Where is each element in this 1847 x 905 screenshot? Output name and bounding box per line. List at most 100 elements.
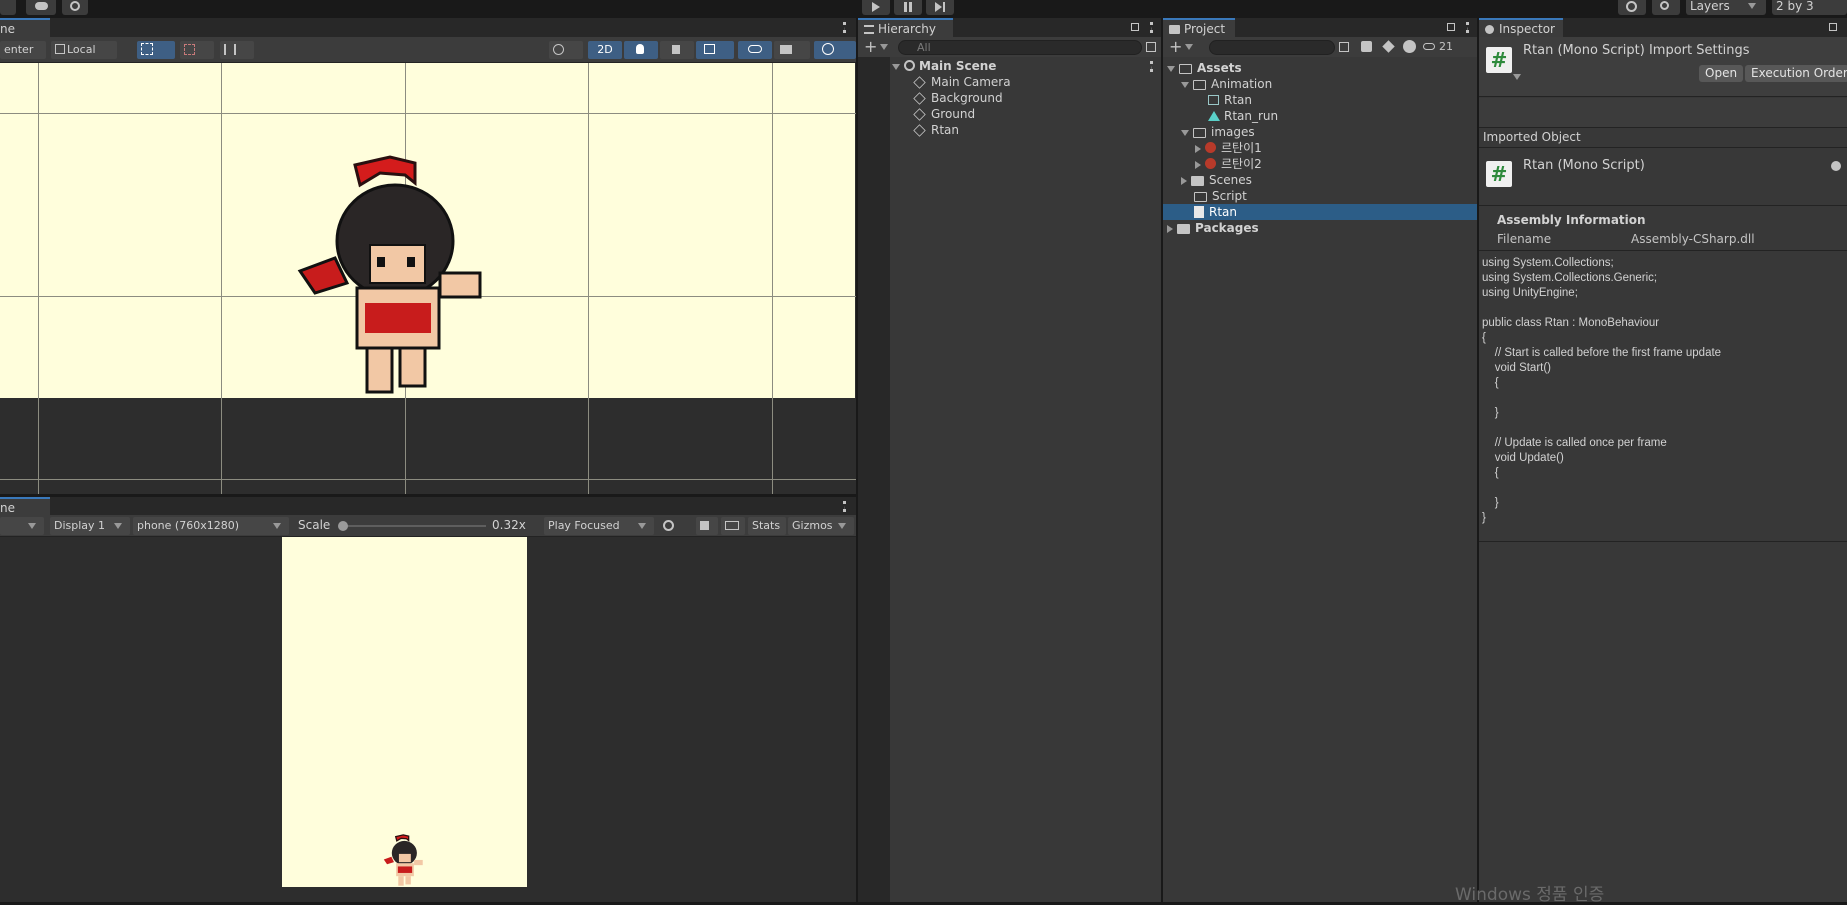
effects-dropdown[interactable]	[696, 41, 734, 59]
add-icon[interactable]: +	[1169, 39, 1182, 55]
cloud-button[interactable]	[26, 0, 56, 15]
play-mode-dropdown[interactable]: Play Focused	[544, 517, 654, 535]
info-icon[interactable]	[1403, 40, 1416, 53]
draw-mode-dropdown[interactable]	[549, 41, 583, 59]
game-view-dropdown[interactable]	[0, 517, 44, 535]
tab-game[interactable]: ne	[0, 497, 50, 516]
search-button[interactable]	[1652, 0, 1680, 15]
tab-inspector[interactable]: Inspector	[1479, 18, 1563, 37]
more-menu-icon[interactable]	[1150, 61, 1153, 72]
grid-snap-toggle[interactable]	[137, 41, 175, 59]
project-item[interactable]: 르탄이1	[1195, 140, 1262, 156]
hierarchy-item[interactable]: Background	[913, 90, 1003, 106]
increment-snap-dropdown[interactable]	[180, 41, 214, 59]
account-dropdown[interactable]	[0, 0, 16, 15]
rtan-sprite[interactable]	[295, 153, 501, 398]
stats-toggle[interactable]: Stats	[748, 517, 786, 535]
game-viewport[interactable]	[0, 537, 856, 902]
chevron-right-icon[interactable]	[1195, 144, 1201, 153]
layout-label: 2 by 3	[1776, 0, 1814, 13]
chevron-down-icon[interactable]	[1185, 44, 1193, 50]
open-button[interactable]: Open	[1699, 65, 1744, 82]
chevron-down-icon[interactable]	[1513, 74, 1521, 80]
grid-visibility-dropdown[interactable]	[220, 41, 254, 59]
bug-icon[interactable]	[663, 520, 674, 531]
more-menu-icon[interactable]	[1150, 22, 1153, 33]
tab-project[interactable]: Project	[1163, 18, 1235, 37]
open-label: Open	[1705, 66, 1738, 80]
mode-2d-toggle[interactable]: 2D	[588, 41, 622, 59]
hierarchy-tree: Main Scene Main Camera Background Ground…	[890, 57, 1161, 902]
execution-order-button[interactable]: Execution Order...	[1745, 65, 1847, 82]
space-label: Local	[67, 43, 96, 56]
filter-type-icon[interactable]	[1361, 41, 1372, 52]
project-search-input[interactable]	[1209, 40, 1335, 55]
script-folder-row[interactable]: Script	[1194, 188, 1247, 204]
chevron-right-icon[interactable]	[1195, 160, 1201, 169]
label-icon[interactable]	[1382, 40, 1395, 53]
lighting-toggle[interactable]	[624, 41, 658, 59]
search-by-type-icon[interactable]	[1339, 42, 1349, 52]
undo-history-button[interactable]	[1618, 0, 1646, 15]
step-button[interactable]	[926, 0, 954, 15]
audio-toggle[interactable]	[660, 41, 694, 59]
scene-root-row[interactable]: Main Scene	[890, 58, 1161, 74]
scale-slider-handle[interactable]	[338, 521, 348, 531]
more-menu-icon[interactable]	[843, 22, 846, 33]
gizmos-dropdown-game[interactable]: Gizmos	[788, 517, 854, 535]
shortcuts-toggle[interactable]	[721, 517, 745, 535]
chevron-right-icon[interactable]	[1181, 176, 1187, 185]
images-folder-row[interactable]: images	[1181, 124, 1255, 140]
scene-viewport[interactable]	[0, 63, 856, 494]
pause-button[interactable]	[894, 0, 922, 15]
project-item[interactable]: Rtan	[1208, 92, 1252, 108]
tab-hierarchy[interactable]: Hierarchy	[858, 18, 953, 37]
chevron-down-icon[interactable]	[1167, 65, 1175, 72]
chevron-right-icon[interactable]	[1167, 224, 1173, 233]
more-menu-icon[interactable]	[1466, 22, 1469, 33]
hierarchy-item[interactable]: Main Camera	[913, 74, 1011, 90]
help-icon[interactable]	[1831, 161, 1841, 171]
chevron-down-icon[interactable]	[880, 44, 888, 50]
pivot-dropdown[interactable]: enter	[0, 41, 46, 59]
chevron-down-icon[interactable]	[892, 63, 900, 70]
chevron-down-icon[interactable]	[1181, 129, 1189, 136]
scenes-folder-row[interactable]: Scenes	[1181, 172, 1252, 188]
hierarchy-item[interactable]: Ground	[913, 106, 975, 122]
lock-icon[interactable]	[1131, 23, 1139, 31]
hierarchy-search-input[interactable]: All	[898, 40, 1142, 55]
play-button[interactable]	[862, 0, 890, 15]
chevron-down-icon[interactable]	[1181, 81, 1189, 88]
grid-snap-icon	[141, 43, 153, 55]
assets-root-row[interactable]: Assets	[1167, 60, 1242, 76]
settings-button[interactable]	[62, 0, 88, 15]
more-menu-icon[interactable]	[843, 501, 846, 512]
layout-dropdown[interactable]: 2 by 3	[1772, 0, 1847, 15]
mode-2d-label: 2D	[597, 43, 613, 56]
camera-dropdown[interactable]	[774, 41, 810, 59]
selected-script-row[interactable]: Rtan	[1163, 204, 1477, 220]
resolution-dropdown[interactable]: phone (760x1280)	[133, 517, 289, 535]
chevron-down-icon	[28, 523, 36, 529]
project-item[interactable]: 르탄이2	[1195, 156, 1262, 172]
mute-audio-toggle[interactable]	[696, 517, 718, 535]
tab-scene[interactable]: ne	[0, 18, 50, 37]
lock-icon[interactable]	[1447, 23, 1455, 31]
windows-activation-watermark: Windows 정품 인증	[1455, 885, 1605, 905]
add-icon[interactable]: +	[864, 39, 877, 55]
grid-line	[772, 63, 773, 494]
scene-visibility-toggle[interactable]	[738, 41, 772, 59]
scale-slider[interactable]	[338, 521, 486, 531]
space-dropdown[interactable]: Local	[51, 41, 117, 59]
lock-icon[interactable]	[1829, 23, 1837, 31]
project-item[interactable]: Rtan_run	[1208, 108, 1278, 124]
display-dropdown[interactable]: Display 1	[50, 517, 130, 535]
animation-folder-row[interactable]: Animation	[1181, 76, 1272, 92]
packages-row[interactable]: Packages	[1167, 220, 1259, 236]
hierarchy-item[interactable]: Rtan	[913, 122, 959, 138]
hidden-packages-icon[interactable]	[1423, 43, 1435, 50]
layers-dropdown[interactable]: Layers	[1686, 0, 1766, 15]
game-tab-label: ne	[0, 501, 15, 515]
search-options-icon[interactable]	[1146, 42, 1156, 52]
gizmos-dropdown[interactable]	[814, 41, 856, 59]
